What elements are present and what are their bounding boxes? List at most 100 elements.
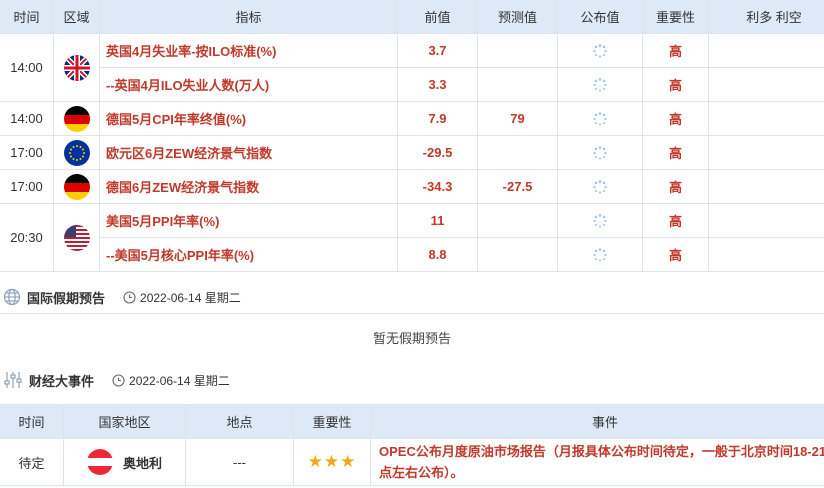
event-time: 待定 xyxy=(0,438,64,486)
events-header-row: 时间 国家地区 地点 重要性 事件 xyxy=(0,404,824,439)
holiday-date-text: 2022-06-14 星期二 xyxy=(140,290,241,305)
ev-col-country: 国家地区 xyxy=(63,404,186,439)
col-impact: 利多 利空 xyxy=(708,0,824,34)
impact-cell xyxy=(708,203,824,238)
importance-value: 高 xyxy=(642,33,709,68)
events-table: 时间 国家地区 地点 重要性 事件 待定 奥地利 --- ★★★ OPEC公布月… xyxy=(0,404,824,486)
events-date: 2022-06-14 星期二 xyxy=(112,372,230,389)
indicator-link[interactable]: 德国5月CPI年率终值(%) xyxy=(99,101,398,136)
loading-spinner-icon xyxy=(593,214,607,228)
row-time: 14:00 xyxy=(0,33,54,102)
col-indicator: 指标 xyxy=(99,0,398,34)
clock-icon xyxy=(112,373,125,387)
sliders-icon xyxy=(3,371,23,389)
previous-value: -34.3 xyxy=(397,169,478,204)
impact-cell xyxy=(708,33,824,68)
previous-value: -29.5 xyxy=(397,135,478,170)
actual-value xyxy=(557,67,643,102)
indicator-link[interactable]: 欧元区6月ZEW经济景气指数 xyxy=(99,135,398,170)
ev-col-place: 地点 xyxy=(185,404,294,439)
ev-col-event: 事件 xyxy=(370,404,824,439)
impact-cell xyxy=(708,237,824,272)
eu-flag-icon xyxy=(63,139,90,166)
importance-value: 高 xyxy=(642,67,709,102)
table-row[interactable]: 17:00 欧元区6月ZEW经济景气指数 -29.5 高 xyxy=(0,135,824,170)
germany-flag-icon xyxy=(63,173,90,200)
importance-value: 高 xyxy=(642,101,709,136)
table-row[interactable]: --英国4月ILO失业人数(万人) 3.3 高 xyxy=(0,67,824,102)
events-section-title: 财经大事件 xyxy=(29,373,95,389)
germany-flag-icon xyxy=(63,105,90,132)
impact-cell xyxy=(708,169,824,204)
actual-value xyxy=(557,203,643,238)
holiday-empty-message: 暂无假期预告 xyxy=(372,331,451,346)
event-country-cell: 奥地利 xyxy=(63,438,186,486)
forecast-value: 79 xyxy=(477,101,558,136)
previous-value: 7.9 xyxy=(397,101,478,136)
us-flag-icon xyxy=(63,224,90,251)
forecast-value xyxy=(477,135,558,170)
table-row[interactable]: 17:00 德国6月ZEW经济景气指数 -34.3 -27.5 高 xyxy=(0,169,824,204)
holiday-date: 2022-06-14 星期二 xyxy=(123,289,241,306)
loading-spinner-icon xyxy=(593,78,607,92)
region-cell xyxy=(53,101,100,136)
col-actual: 公布值 xyxy=(557,0,643,34)
previous-value: 3.3 xyxy=(397,67,478,102)
table-row[interactable]: 20:30 美国5月PPI年率(%) 11 高 xyxy=(0,203,824,272)
holiday-section-title: 国际假期预告 xyxy=(27,290,106,306)
uk-flag-icon xyxy=(63,54,90,81)
forecast-value xyxy=(477,237,558,272)
indicator-link[interactable]: 德国6月ZEW经济景气指数 xyxy=(99,169,398,204)
holiday-section-header: 国际假期预告 2022-06-14 星期二 xyxy=(0,281,824,314)
col-forecast: 预测值 xyxy=(477,0,558,34)
loading-spinner-icon xyxy=(593,180,607,194)
loading-spinner-icon xyxy=(593,248,607,262)
events-section-header: 财经大事件 2022-06-14 星期二 xyxy=(0,364,824,396)
table-row[interactable]: 14:00 英国4月失业率-按ILO标准(%) 3.7 高 xyxy=(0,33,824,102)
impact-cell xyxy=(708,101,824,136)
actual-value xyxy=(557,169,643,204)
previous-value: 8.8 xyxy=(397,237,478,272)
indicator-link[interactable]: 英国4月失业率-按ILO标准(%) xyxy=(99,33,398,68)
table-row[interactable]: 待定 奥地利 --- ★★★ OPEC公布月度原油市场报告（月报具体公布时间待定… xyxy=(0,438,824,486)
ev-col-importance: 重要性 xyxy=(293,404,371,439)
importance-value: 高 xyxy=(642,135,709,170)
loading-spinner-icon xyxy=(593,146,607,160)
region-cell xyxy=(53,169,100,204)
loading-spinner-icon xyxy=(593,112,607,126)
importance-value: 高 xyxy=(642,237,709,272)
previous-value: 11 xyxy=(397,203,478,238)
importance-value: 高 xyxy=(642,203,709,238)
indicator-link[interactable]: --英国4月ILO失业人数(万人) xyxy=(99,67,398,102)
col-previous: 前值 xyxy=(397,0,478,34)
table-row[interactable]: 14:00 德国5月CPI年率终值(%) 7.9 79 高 xyxy=(0,101,824,136)
row-time: 20:30 xyxy=(0,203,54,272)
row-time: 14:00 xyxy=(0,101,54,136)
clock-icon xyxy=(123,290,136,304)
importance-value: 高 xyxy=(642,169,709,204)
event-place: --- xyxy=(185,438,294,486)
event-description[interactable]: OPEC公布月度原油市场报告（月报具体公布时间待定，一般于北京时间18-21点左… xyxy=(370,438,824,486)
indicator-link[interactable]: --美国5月核心PPI年率(%) xyxy=(99,237,398,272)
col-time: 时间 xyxy=(0,0,54,34)
events-date-text: 2022-06-14 星期二 xyxy=(129,373,230,388)
forecast-value xyxy=(477,203,558,238)
impact-cell xyxy=(708,67,824,102)
calendar-header-row: 时间 区域 指标 前值 预测值 公布值 重要性 利多 利空 xyxy=(0,0,824,34)
austria-flag-icon xyxy=(86,449,113,475)
region-cell xyxy=(53,33,100,102)
actual-value xyxy=(557,237,643,272)
region-cell xyxy=(53,135,100,170)
row-time: 17:00 xyxy=(0,135,54,170)
actual-value xyxy=(557,33,643,68)
actual-value xyxy=(557,101,643,136)
ev-col-time: 时间 xyxy=(0,404,64,439)
region-cell xyxy=(53,203,100,272)
loading-spinner-icon xyxy=(593,44,607,58)
actual-value xyxy=(557,135,643,170)
col-importance: 重要性 xyxy=(642,0,709,34)
table-row[interactable]: --美国5月核心PPI年率(%) 8.8 高 xyxy=(0,237,824,272)
previous-value: 3.7 xyxy=(397,33,478,68)
star-rating-icon: ★★★ xyxy=(293,438,371,486)
indicator-link[interactable]: 美国5月PPI年率(%) xyxy=(99,203,398,238)
